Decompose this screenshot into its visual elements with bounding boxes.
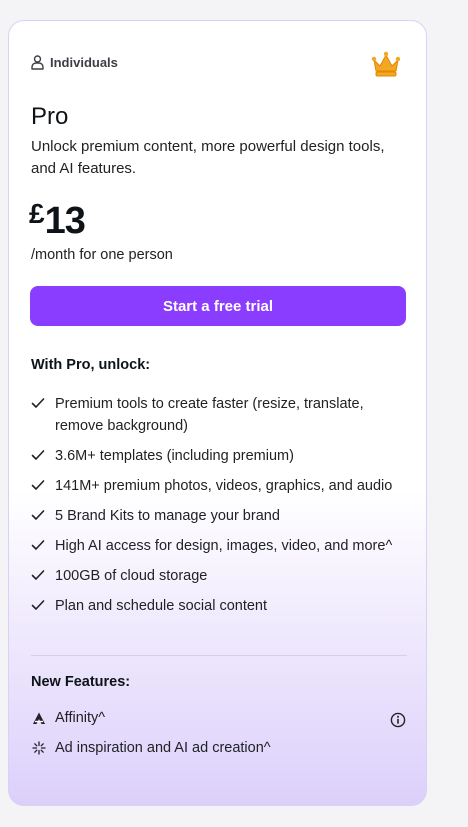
- new-feature-text: Affinity^: [55, 710, 106, 726]
- features-title: With Pro, unlock:: [31, 357, 151, 373]
- new-features-title: New Features:: [31, 674, 131, 690]
- check-icon: [31, 480, 45, 490]
- feature-item: 3.6M+ templates (including premium): [31, 445, 406, 467]
- feature-text: 5 Brand Kits to manage your brand: [55, 508, 280, 524]
- new-feature-text: Ad inspiration and AI ad creation^: [55, 740, 271, 756]
- price-amount: 13: [44, 200, 86, 242]
- check-icon: [31, 570, 45, 580]
- plan-name: Pro: [31, 103, 69, 130]
- new-feature-ad-inspiration: Ad inspiration and AI ad creation^: [31, 740, 406, 756]
- check-icon: [31, 510, 45, 520]
- divider: [31, 655, 407, 656]
- start-free-trial-button[interactable]: Start a free trial: [30, 286, 406, 326]
- price-currency: £: [29, 198, 45, 229]
- check-icon: [31, 398, 45, 408]
- feature-item: 100GB of cloud storage: [31, 565, 406, 587]
- info-icon[interactable]: [390, 712, 406, 732]
- crown-icon: [371, 51, 401, 82]
- feature-text: Premium tools to create faster (resize, …: [55, 396, 364, 434]
- person-icon: [31, 55, 44, 70]
- check-icon: [31, 540, 45, 550]
- pricing-card: Individuals Pro Unlock premium content, …: [8, 20, 427, 806]
- plan-description: Unlock premium content, more powerful de…: [31, 138, 385, 177]
- feature-item: Premium tools to create faster (resize, …: [31, 393, 406, 437]
- check-icon: [31, 450, 45, 460]
- feature-text: 3.6M+ templates (including premium): [55, 448, 294, 464]
- feature-item: 5 Brand Kits to manage your brand: [31, 505, 406, 527]
- new-feature-affinity: Affinity^: [31, 710, 406, 728]
- price-period: /month for one person: [31, 247, 173, 263]
- check-icon: [31, 600, 45, 610]
- feature-item: High AI access for design, images, video…: [31, 535, 406, 557]
- audience-text: Individuals: [50, 55, 118, 70]
- price: £13: [29, 198, 86, 243]
- feature-item: 141M+ premium photos, videos, graphics, …: [31, 475, 406, 497]
- feature-text: 141M+ premium photos, videos, graphics, …: [55, 478, 393, 494]
- feature-text: Plan and schedule social content: [55, 598, 268, 614]
- affinity-logo-icon: [31, 710, 47, 726]
- audience-label: Individuals: [31, 55, 118, 70]
- sparkle-icon: [31, 740, 47, 756]
- feature-text: 100GB of cloud storage: [55, 568, 208, 584]
- feature-list: Premium tools to create faster (resize, …: [31, 393, 406, 625]
- feature-text: High AI access for design, images, video…: [55, 538, 393, 554]
- feature-item: Plan and schedule social content: [31, 595, 406, 617]
